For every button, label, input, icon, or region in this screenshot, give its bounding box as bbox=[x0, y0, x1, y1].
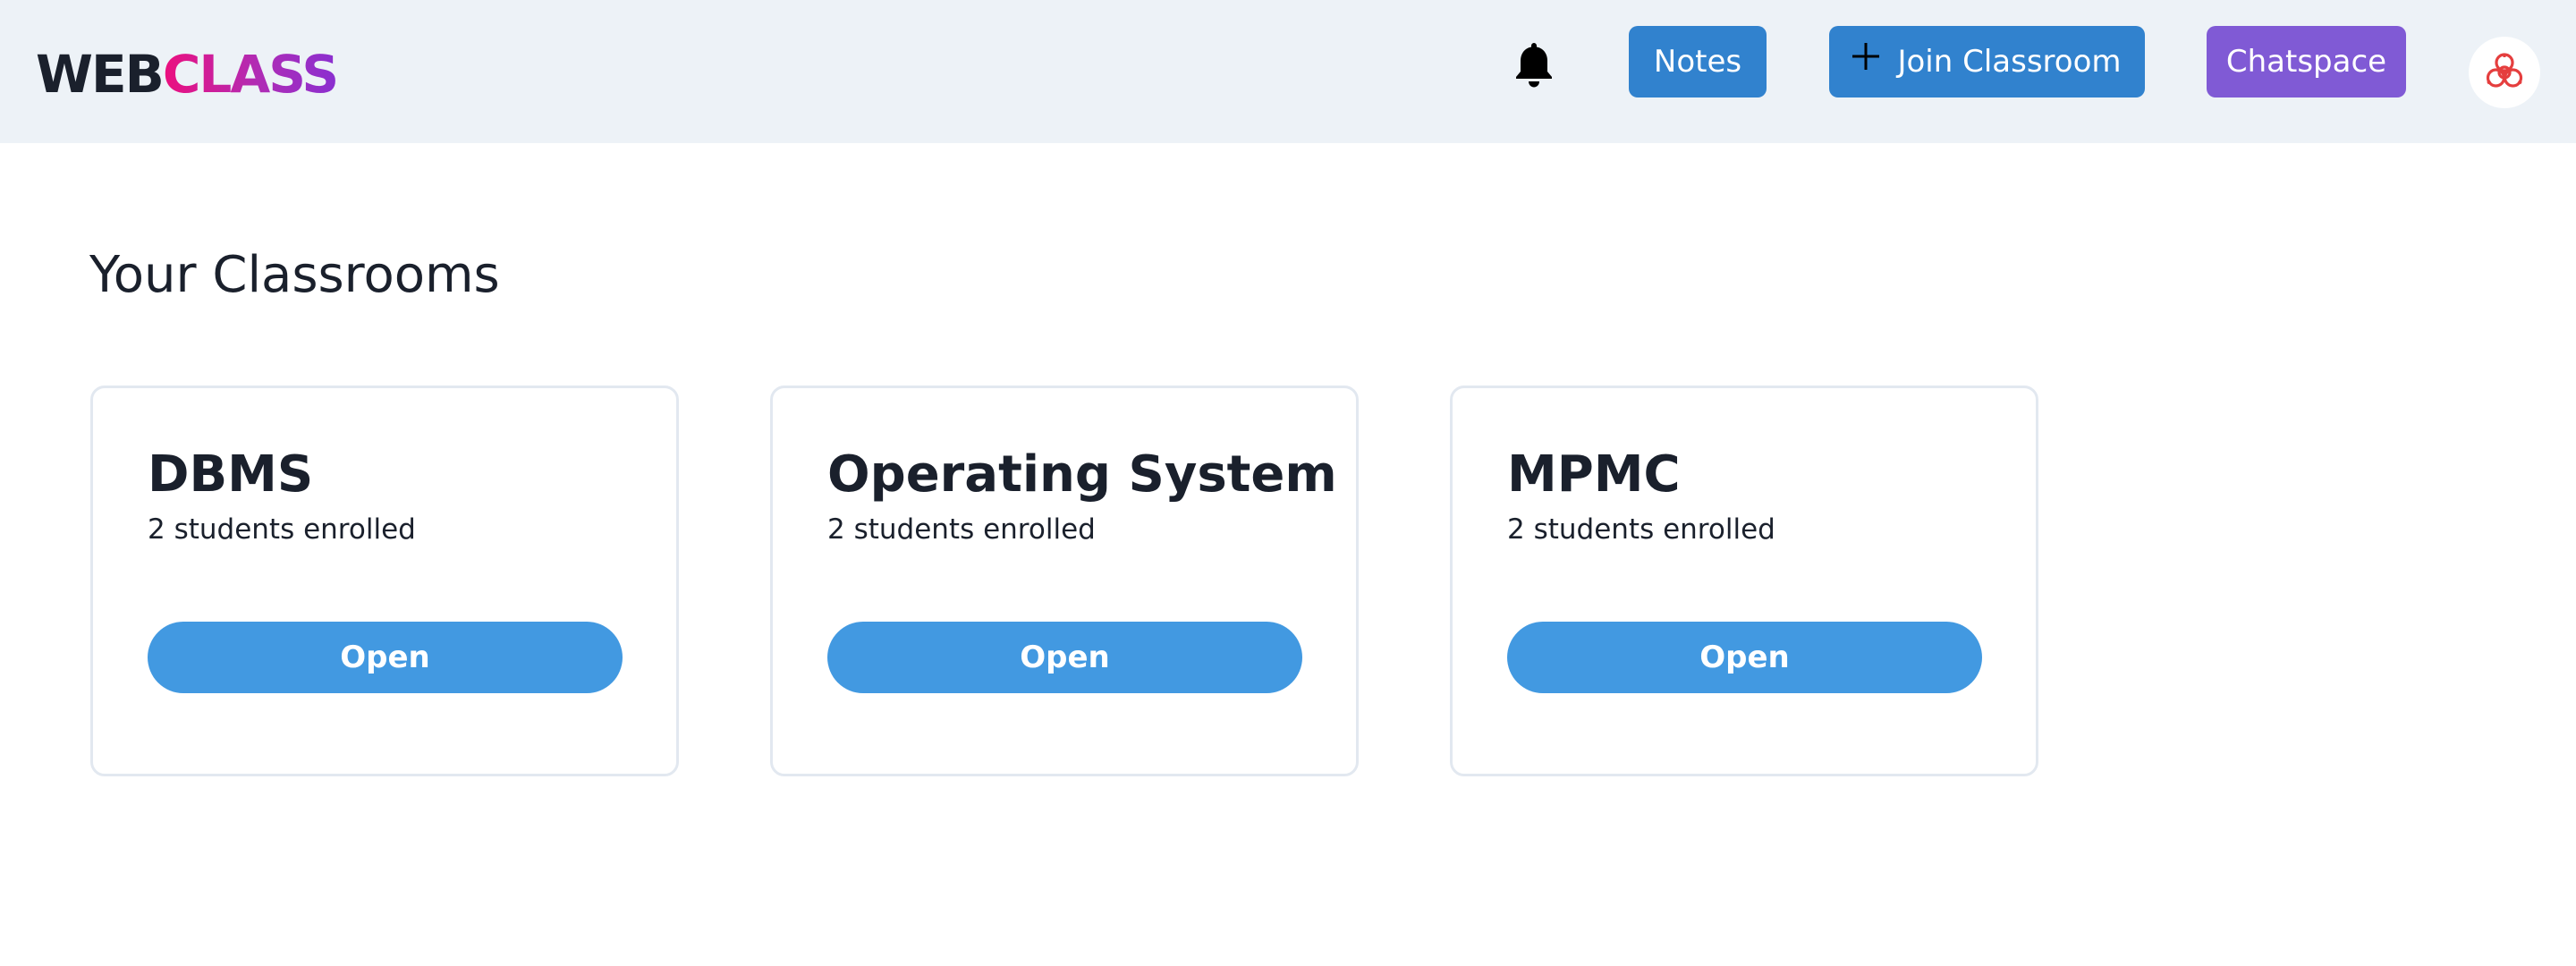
logo-text-class: CLASS bbox=[162, 44, 339, 105]
chatspace-button[interactable]: Chatspace bbox=[2207, 26, 2406, 97]
join-classroom-button[interactable]: Join Classroom bbox=[1829, 26, 2145, 97]
classroom-name: MPMC bbox=[1507, 445, 1681, 504]
classroom-name: DBMS bbox=[148, 445, 314, 504]
top-navbar: WEBCLASS Notes Join Classroom Chatspace bbox=[0, 0, 2576, 143]
classroom-card: Operating System 2 students enrolled Ope… bbox=[770, 386, 1359, 776]
page-title: Your Classrooms bbox=[89, 246, 500, 304]
open-classroom-button[interactable]: Open bbox=[827, 622, 1302, 693]
open-classroom-button[interactable]: Open bbox=[1507, 622, 1982, 693]
notes-button-label: Notes bbox=[1653, 44, 1742, 80]
logo-text-web: WEB bbox=[36, 44, 165, 105]
classroom-card: MPMC 2 students enrolled Open bbox=[1450, 386, 2038, 776]
enrollment-count: 2 students enrolled bbox=[827, 513, 1096, 546]
biohazard-icon bbox=[2486, 53, 2523, 88]
join-classroom-label: Join Classroom bbox=[1897, 44, 2122, 80]
enrollment-count: 2 students enrolled bbox=[148, 513, 416, 546]
plus-icon bbox=[1852, 24, 1880, 96]
open-classroom-button[interactable]: Open bbox=[148, 622, 623, 693]
classroom-card: DBMS 2 students enrolled Open bbox=[90, 386, 679, 776]
chatspace-button-label: Chatspace bbox=[2225, 44, 2387, 80]
logo[interactable]: WEBCLASS bbox=[36, 43, 339, 106]
bell-icon[interactable] bbox=[1512, 39, 1556, 89]
enrollment-count: 2 students enrolled bbox=[1507, 513, 1775, 546]
classroom-name: Operating System bbox=[827, 445, 1337, 504]
avatar[interactable] bbox=[2469, 37, 2540, 108]
notes-button[interactable]: Notes bbox=[1629, 26, 1767, 97]
